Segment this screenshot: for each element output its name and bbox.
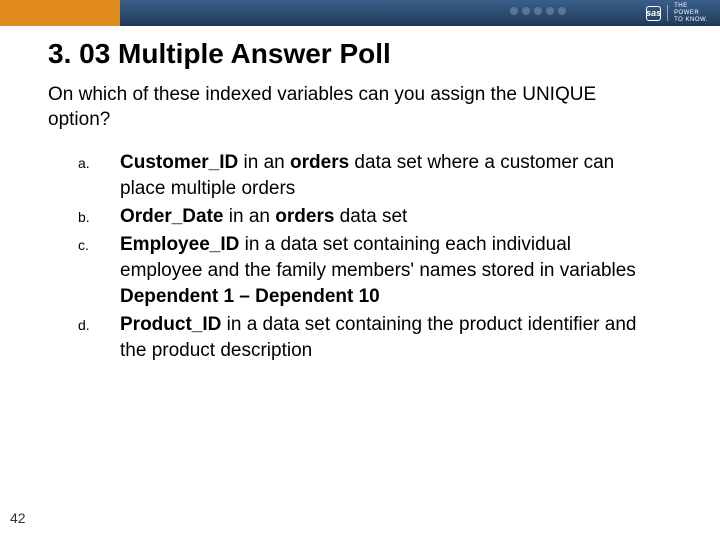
answer-item-d: d. Product_ID in a data set containing t…: [78, 312, 638, 364]
slide: sas THE POWER TO KNOW. 3. 03 Multiple An…: [0, 0, 720, 540]
dot-icon: [546, 7, 554, 15]
tagline-line: THE: [674, 3, 708, 10]
dot-icon: [510, 7, 518, 15]
accent-block: [0, 0, 120, 26]
answer-text: Product_ID in a data set containing the …: [120, 312, 638, 364]
divider-icon: [667, 5, 668, 21]
page-number: 42: [10, 510, 26, 526]
answer-text: Employee_ID in a data set containing eac…: [120, 232, 638, 310]
answer-list: a. Customer_ID in an orders data set whe…: [78, 150, 638, 366]
slide-title: 3. 03 Multiple Answer Poll: [48, 38, 391, 70]
answer-text: Customer_ID in an orders data set where …: [120, 150, 638, 202]
sas-logo-text: sas: [646, 6, 661, 21]
dot-icon: [558, 7, 566, 15]
question-text: On which of these indexed variables can …: [48, 82, 648, 132]
answer-letter: a.: [78, 150, 120, 202]
brand-tagline: THE POWER TO KNOW.: [674, 3, 708, 24]
answer-text: Order_Date in an orders data set: [120, 204, 638, 230]
answer-letter: b.: [78, 204, 120, 230]
brand-area: sas THE POWER TO KNOW.: [646, 0, 708, 26]
answer-letter: d.: [78, 312, 120, 364]
answer-item-b: b. Order_Date in an orders data set: [78, 204, 638, 230]
sas-logo-icon: sas: [646, 6, 661, 21]
top-bar: sas THE POWER TO KNOW.: [0, 0, 720, 26]
dot-icon: [534, 7, 542, 15]
dot-icon: [522, 7, 530, 15]
decorative-dots: [510, 7, 566, 15]
tagline-line: POWER: [674, 10, 708, 17]
answer-letter: c.: [78, 232, 120, 310]
answer-item-c: c. Employee_ID in a data set containing …: [78, 232, 638, 310]
tagline-line: TO KNOW.: [674, 17, 708, 24]
answer-item-a: a. Customer_ID in an orders data set whe…: [78, 150, 638, 202]
